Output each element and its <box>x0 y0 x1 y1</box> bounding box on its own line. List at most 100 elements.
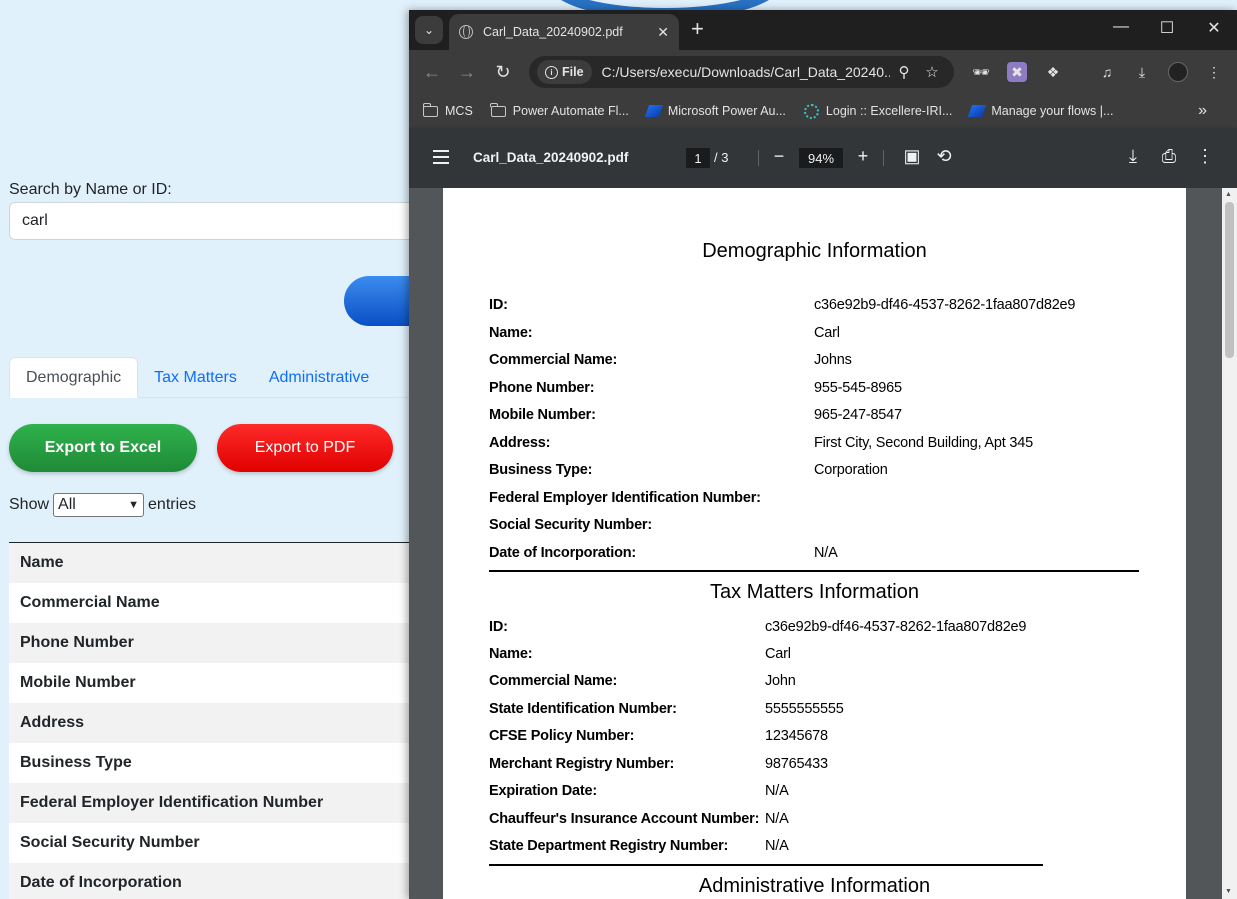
bookmark-item[interactable]: Microsoft Power Au... <box>644 104 786 118</box>
more-options-icon[interactable]: ⋮ <box>1194 146 1216 167</box>
site-info-chip[interactable]: i File <box>537 60 592 84</box>
field-value: 5555555555 <box>765 701 844 717</box>
bookmark-item[interactable]: Manage your flows |... <box>968 104 1113 118</box>
minimize-icon[interactable]: — <box>1109 18 1133 36</box>
browser-toolbar: ← → ↻ i File C:/Users/execu/Downloads/Ca… <box>409 50 1237 94</box>
scroll-thumb[interactable] <box>1225 202 1234 358</box>
scrollbar[interactable]: ▲ ▼ <box>1222 188 1237 899</box>
puzzle-icon[interactable]: ❖ <box>1043 62 1063 82</box>
chevron-down-icon: ⌄ <box>423 23 435 37</box>
tab-administrative[interactable]: Administrative <box>253 357 385 398</box>
zoom-icon[interactable]: ⚲ <box>890 63 918 81</box>
field-label: ID: <box>489 297 508 313</box>
media-queue-icon[interactable]: ♫ <box>1097 62 1117 82</box>
search-input[interactable]: carl <box>9 202 429 240</box>
field-value: c36e92b9-df46-4537-8262-1faa807d82e9 <box>814 297 1076 313</box>
spy-extension-icon[interactable]: 🕶 <box>971 62 991 82</box>
field-value: Carl <box>814 325 840 341</box>
fit-page-icon[interactable]: ▣ <box>901 146 923 167</box>
close-window-icon[interactable]: ✕ <box>1202 18 1226 38</box>
field-value: 955-545-8965 <box>814 380 902 396</box>
section-title-tax-matters: Tax Matters Information <box>710 581 919 603</box>
url-text: C:/Users/execu/Downloads/Carl_Data_20240… <box>601 64 890 80</box>
table-row: Social Security Number <box>9 823 429 863</box>
table-row: Mobile Number <box>9 663 429 703</box>
field-value: N/A <box>765 811 789 827</box>
field-value: 98765433 <box>765 756 828 772</box>
page-total: / 3 <box>714 150 729 165</box>
scroll-down-icon[interactable]: ▼ <box>1225 888 1232 895</box>
print-icon[interactable]: ⎙ <box>1158 146 1180 167</box>
more-bookmarks-icon[interactable]: » <box>1198 102 1207 120</box>
rotate-icon[interactable]: ⟲ <box>933 146 955 167</box>
section-title-administrative: Administrative Information <box>698 875 931 897</box>
bookmark-item[interactable]: Power Automate Fl... <box>490 102 629 118</box>
tab-demographic[interactable]: Demographic <box>9 357 139 398</box>
field-label: Social Security Number: <box>489 517 653 533</box>
tab-title: Carl_Data_20240902.pdf <box>483 25 623 39</box>
info-icon: i <box>545 65 558 79</box>
browser-window: ⌄ Carl_Data_20240902.pdf ✕ + — ☐ ✕ ← → ↻… <box>409 10 1237 899</box>
bookmark-label: MCS <box>445 104 473 118</box>
field-value: Corporation <box>814 462 888 478</box>
field-value: John <box>765 673 796 689</box>
address-bar[interactable]: i File C:/Users/execu/Downloads/Carl_Dat… <box>529 56 954 88</box>
power-automate-icon <box>968 105 987 117</box>
download-icon[interactable]: ⤓ <box>1122 146 1144 167</box>
section-title-demographic: Demographic Information <box>702 240 927 262</box>
bookmark-item[interactable]: MCS <box>422 102 473 118</box>
avatar[interactable] <box>1168 62 1188 82</box>
new-tab-button[interactable]: + <box>691 18 704 40</box>
download-icon[interactable]: ⤓ <box>1132 62 1152 82</box>
field-label: Address: <box>489 435 551 451</box>
toolbar-divider <box>758 150 759 166</box>
zoom-out-icon[interactable]: − <box>768 146 790 167</box>
scroll-up-icon[interactable]: ▲ <box>1225 191 1232 198</box>
bookmark-item[interactable]: Login :: Excellere-IRI... <box>803 103 952 119</box>
category-tabs: Demographic Tax Matters Administrative <box>9 357 429 398</box>
section-divider <box>489 570 1139 572</box>
section-divider <box>489 864 1043 866</box>
field-label: Chauffeur's Insurance Account Number: <box>489 811 760 827</box>
data-table: Name Commercial Name Phone Number Mobile… <box>9 542 429 899</box>
export-pdf-button[interactable]: Export to PDF <box>217 424 393 472</box>
browser-tab[interactable]: Carl_Data_20240902.pdf ✕ <box>449 14 679 50</box>
field-label: Name: <box>489 646 533 662</box>
field-label: Date of Incorporation: <box>489 545 637 561</box>
field-value: Carl <box>765 646 791 662</box>
tab-tax-matters[interactable]: Tax Matters <box>138 357 253 398</box>
field-label: ID: <box>489 619 508 635</box>
zoom-in-icon[interactable]: + <box>852 146 874 167</box>
tab-search-button[interactable]: ⌄ <box>415 16 443 44</box>
entries-select-value: All <box>58 496 76 513</box>
search-input-value: carl <box>22 212 48 229</box>
entries-select[interactable]: All ▼ <box>53 493 145 517</box>
back-icon[interactable]: ← <box>421 61 443 83</box>
field-label: State Department Registry Number: <box>489 838 729 854</box>
bookmark-star-icon[interactable]: ☆ <box>918 63 946 81</box>
globe-icon <box>459 25 473 39</box>
forward-icon[interactable]: → <box>456 61 478 83</box>
bookmark-label: Microsoft Power Au... <box>667 104 786 118</box>
extension-icon[interactable]: ✖ <box>1007 62 1027 82</box>
sidebar-menu-icon[interactable] <box>433 150 449 164</box>
zoom-input[interactable]: 94% <box>799 148 843 168</box>
bookmarks-bar: MCS Power Automate Fl... Microsoft Power… <box>409 94 1237 128</box>
pdf-page: Demographic Information ID: c36e92b9-df4… <box>443 188 1186 899</box>
export-excel-button[interactable]: Export to Excel <box>9 424 197 472</box>
field-label: Expiration Date: <box>489 783 597 799</box>
reload-icon[interactable]: ↻ <box>492 61 514 83</box>
menu-dots-icon[interactable]: ⋮ <box>1204 62 1224 82</box>
table-row: Date of Incorporation <box>9 863 429 899</box>
page-number-input[interactable]: 1 <box>686 148 710 168</box>
power-automate-icon <box>644 105 663 117</box>
entries-control: Show All ▼ entries <box>9 493 196 517</box>
field-label: Federal Employer Identification Number: <box>489 490 761 506</box>
field-value: N/A <box>765 783 789 799</box>
field-label: Phone Number: <box>489 380 595 396</box>
field-value: N/A <box>765 838 789 854</box>
maximize-icon[interactable]: ☐ <box>1155 18 1179 38</box>
show-label: Show <box>9 496 50 513</box>
close-tab-icon[interactable]: ✕ <box>657 24 669 41</box>
field-value: Johns <box>814 352 852 368</box>
